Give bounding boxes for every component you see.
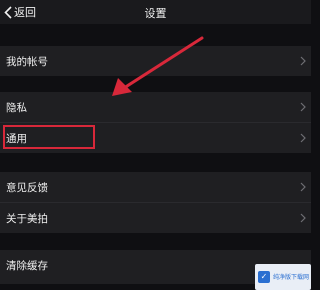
- watermark-logo: ✓ 纯净版下载网: [255, 264, 311, 290]
- watermark-logo-icon: ✓: [258, 271, 270, 283]
- red-arrow-icon: [112, 36, 204, 96]
- watermark-text: 纯净版下载网: [273, 273, 310, 281]
